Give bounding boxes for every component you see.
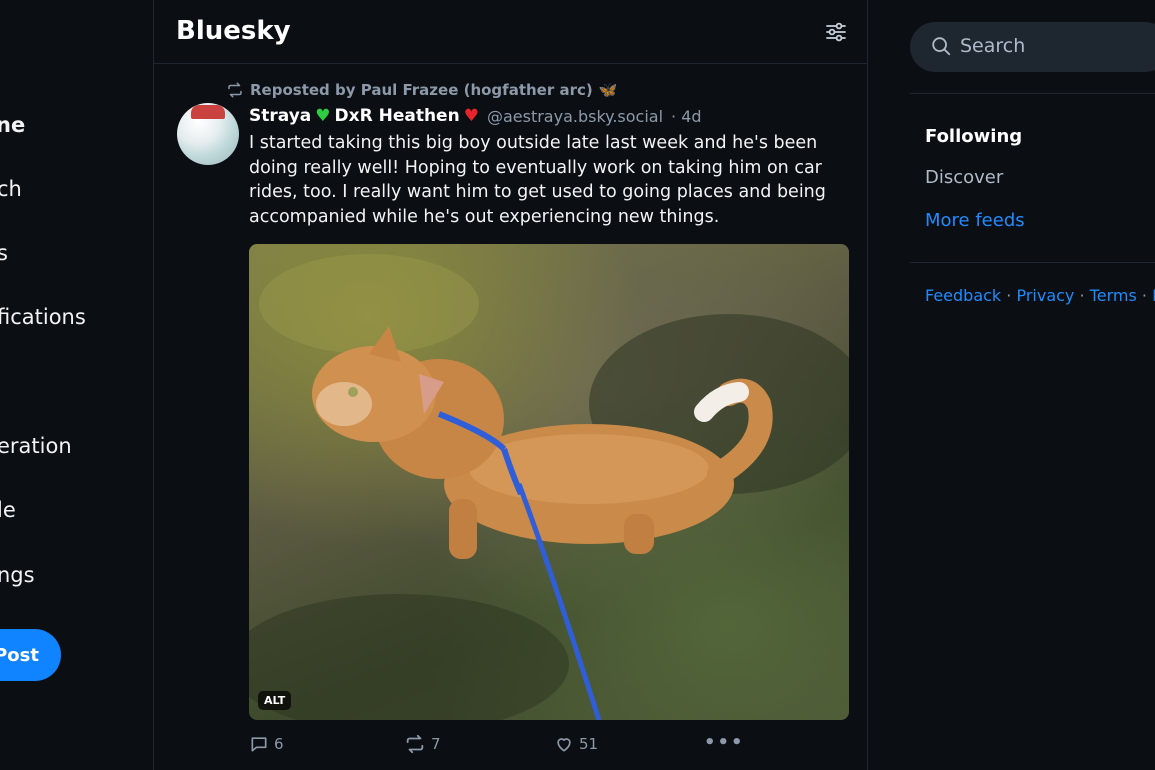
- reply-icon: [251, 737, 267, 752]
- like-button[interactable]: 51: [554, 734, 598, 754]
- footer-links: Feedback · Privacy · Terms · H: [925, 286, 1155, 305]
- nav-item-settings[interactable]: ngs: [0, 563, 35, 587]
- post-author-line: Straya ♥ DxR Heathen ♥ @aestraya.bsky.so…: [249, 106, 702, 126]
- red-heart-icon: ♥: [463, 106, 479, 126]
- divider: [910, 93, 1155, 94]
- footer-link-terms[interactable]: Terms: [1090, 286, 1137, 305]
- nav-item-label: ch: [0, 177, 22, 201]
- nav-item-moderation[interactable]: eration: [0, 434, 72, 458]
- feed-header: Bluesky: [154, 0, 867, 64]
- post-text: I started taking this big boy outside la…: [249, 133, 826, 227]
- nav-item-feeds[interactable]: s: [0, 241, 8, 265]
- more-feeds-link[interactable]: More feeds: [925, 210, 1025, 231]
- author-name[interactable]: Straya: [249, 106, 311, 126]
- green-heart-icon: ♥: [315, 106, 331, 126]
- nav-item-label: s: [0, 241, 8, 265]
- page-title: Bluesky: [176, 16, 291, 46]
- nav-item-label: ne: [0, 113, 26, 137]
- footer-link-privacy[interactable]: Privacy: [1016, 286, 1074, 305]
- author-handle[interactable]: @aestraya.bsky.social: [487, 107, 663, 126]
- feed-column: Bluesky Reposted by Paul Frazee (hogfath…: [153, 0, 868, 770]
- footer-link-feedback[interactable]: Feedback: [925, 286, 1001, 305]
- like-count: 51: [579, 735, 599, 753]
- butterfly-emoji-icon: 🦋: [598, 81, 618, 99]
- new-post-label: Post: [0, 644, 39, 666]
- feed-link-following[interactable]: Following: [925, 126, 1022, 147]
- nav-item-label: fications: [0, 305, 86, 329]
- nav-item-home[interactable]: ne: [0, 113, 25, 137]
- cat-photo-illustration: [249, 254, 849, 720]
- nav-item-profile[interactable]: le: [0, 498, 16, 522]
- alt-text-badge[interactable]: ALT: [258, 691, 292, 710]
- left-nav: ne ch s fications eration le ngs Post: [0, 0, 153, 770]
- author-name-suffix[interactable]: DxR Heathen: [335, 106, 460, 126]
- nav-item-label: ngs: [0, 563, 35, 587]
- feed-settings-icon[interactable]: [824, 20, 848, 44]
- repost-icon: [406, 734, 424, 754]
- avatar[interactable]: [177, 103, 239, 165]
- new-post-button[interactable]: Post: [0, 629, 61, 681]
- heart-icon: [557, 738, 571, 752]
- search-placeholder: Search: [960, 35, 1026, 57]
- reply-button[interactable]: 6: [249, 734, 284, 754]
- repost-button[interactable]: 7: [404, 734, 441, 754]
- search-icon: [932, 37, 951, 56]
- more-options-icon[interactable]: •••: [704, 732, 745, 753]
- nav-item-notifications[interactable]: fications: [0, 305, 86, 329]
- divider: [910, 262, 1155, 263]
- repost-text: Reposted by Paul Frazee (hogfather arc): [250, 81, 593, 99]
- post-image[interactable]: ALT: [249, 244, 849, 720]
- repost-count: 7: [431, 735, 441, 753]
- nav-item-label: eration: [0, 434, 72, 458]
- repost-indicator[interactable]: Reposted by Paul Frazee (hogfather arc) …: [226, 81, 617, 99]
- post-age[interactable]: · 4d: [671, 107, 702, 126]
- nav-item-label: le: [0, 498, 16, 522]
- feed-link-discover[interactable]: Discover: [925, 167, 1003, 188]
- nav-item-search[interactable]: ch: [0, 177, 22, 201]
- repost-icon: [228, 82, 242, 98]
- search-input[interactable]: Search: [910, 22, 1155, 72]
- reply-count: 6: [274, 735, 284, 753]
- post-actions: 6 7 51 •••: [249, 732, 849, 758]
